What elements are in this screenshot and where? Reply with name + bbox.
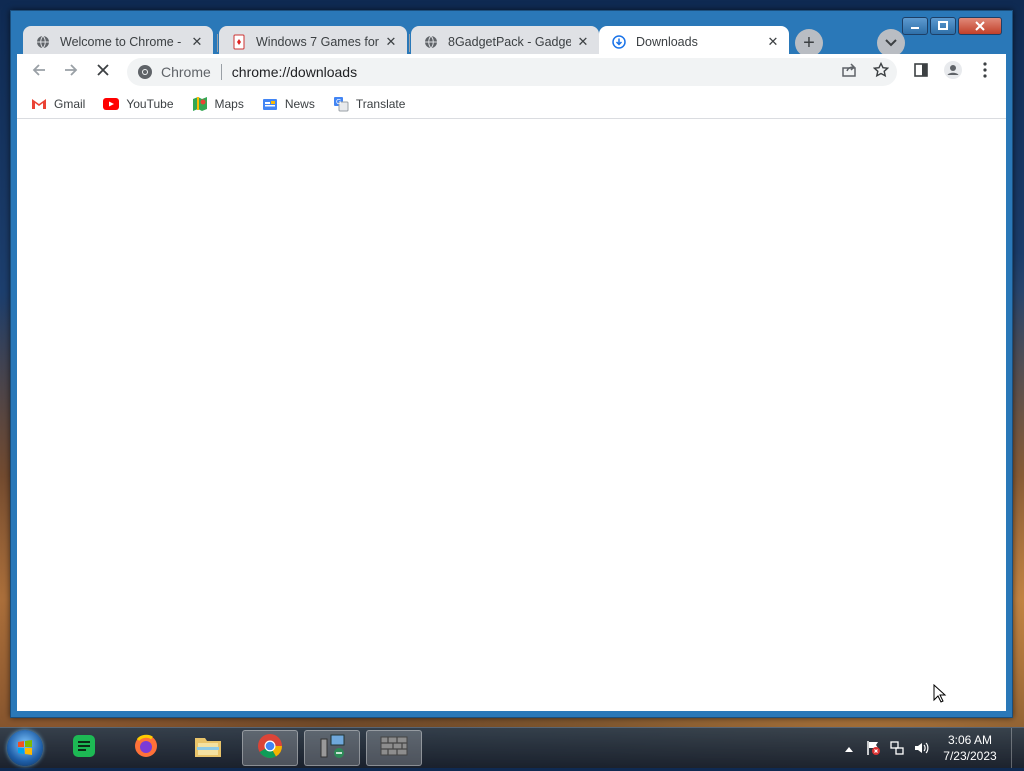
- network-program-icon: [317, 731, 347, 766]
- windows-logo-icon: [7, 740, 43, 770]
- wall-program-icon: [379, 734, 409, 763]
- globe-icon: [423, 34, 439, 50]
- url-text[interactable]: chrome://downloads: [232, 64, 357, 80]
- stop-loading-button[interactable]: [89, 58, 117, 86]
- mouse-cursor-icon: [933, 683, 947, 709]
- taskbar: 3:06 AM 7/23/2023: [0, 727, 1024, 768]
- bookmark-label: Maps: [214, 97, 244, 111]
- close-icon[interactable]: ✕: [575, 34, 591, 50]
- back-button[interactable]: [25, 58, 53, 86]
- taskbar-sheets[interactable]: [56, 730, 112, 766]
- tab-separator: [217, 34, 218, 52]
- gmail-icon: [31, 96, 47, 112]
- bookmark-star-button[interactable]: [867, 58, 895, 86]
- chrome-window: Welcome to Chrome - R ✕ Windows 7 Games …: [10, 10, 1013, 718]
- omnibox-divider: [220, 64, 222, 80]
- news-icon: [262, 96, 278, 112]
- volume-icon[interactable]: [911, 738, 931, 758]
- bookmarks-bar: Gmail YouTube Maps News G Translate: [17, 90, 1006, 119]
- arrow-left-icon: [31, 62, 47, 83]
- cards-icon: [231, 34, 247, 50]
- clock[interactable]: 3:06 AM 7/23/2023: [935, 732, 1005, 764]
- taskbar-network-program[interactable]: [304, 730, 360, 766]
- avatar-icon: [943, 60, 963, 85]
- bookmark-youtube[interactable]: YouTube: [103, 96, 174, 112]
- bookmark-maps[interactable]: Maps: [192, 96, 244, 112]
- network-icon[interactable]: [887, 738, 907, 758]
- star-icon: [872, 61, 890, 83]
- clock-date: 7/23/2023: [943, 749, 997, 763]
- bookmark-translate[interactable]: G Translate: [333, 96, 406, 112]
- close-icon[interactable]: ✕: [189, 34, 205, 50]
- chrome-icon: [137, 64, 153, 80]
- sheets-icon: [70, 732, 98, 765]
- taskbar-chrome[interactable]: [242, 730, 298, 766]
- taskbar-wall-program[interactable]: [366, 730, 422, 766]
- page-content: [17, 119, 1006, 711]
- action-center-icon[interactable]: [863, 738, 883, 758]
- clock-time: 3:06 AM: [947, 733, 993, 747]
- close-icon[interactable]: ✕: [383, 34, 399, 50]
- download-icon: [611, 34, 627, 50]
- tab-title: 8GadgetPack - Gadgets: [448, 35, 571, 49]
- share-icon: [841, 62, 857, 83]
- window-controls: [902, 17, 1002, 35]
- file-explorer-icon: [193, 733, 223, 764]
- kebab-menu-icon: [983, 61, 987, 83]
- chevron-down-icon: [885, 34, 897, 52]
- tab-title: Downloads: [636, 35, 698, 49]
- tab-title: Windows 7 Games for W: [256, 35, 379, 49]
- new-tab-button[interactable]: +: [795, 29, 823, 57]
- youtube-icon: [103, 96, 120, 112]
- menu-button[interactable]: [971, 58, 999, 86]
- close-icon: [96, 63, 110, 82]
- system-tray: 3:06 AM 7/23/2023: [839, 728, 1024, 768]
- taskbar-file-explorer[interactable]: [180, 730, 236, 766]
- bookmark-news[interactable]: News: [262, 96, 315, 112]
- firefox-icon: [132, 732, 160, 765]
- bookmark-label: Gmail: [54, 97, 86, 111]
- bookmark-gmail[interactable]: Gmail: [31, 96, 85, 112]
- toolbar: Chrome chrome://downloads: [17, 54, 1006, 90]
- chevron-up-icon: [845, 741, 853, 755]
- site-name-label: Chrome: [161, 64, 211, 80]
- profile-button[interactable]: [939, 58, 967, 86]
- side-panel-button[interactable]: [907, 58, 935, 86]
- show-hidden-icons-button[interactable]: [839, 738, 859, 758]
- chrome-icon: [256, 732, 284, 765]
- close-icon[interactable]: ✕: [765, 34, 781, 50]
- share-button[interactable]: [835, 58, 863, 86]
- tab-title: Welcome to Chrome - R: [60, 35, 185, 49]
- bookmark-label: Translate: [355, 97, 406, 111]
- bookmark-label: YouTube: [126, 97, 174, 111]
- maps-icon: [192, 96, 208, 112]
- start-button[interactable]: [7, 730, 43, 766]
- side-panel-icon: [913, 62, 929, 83]
- bookmark-label: News: [284, 97, 315, 111]
- tab-search-button[interactable]: [877, 29, 905, 57]
- translate-icon: G: [333, 96, 349, 112]
- address-bar[interactable]: Chrome chrome://downloads: [127, 58, 897, 86]
- arrow-right-icon: [63, 62, 79, 83]
- globe-icon: [35, 34, 51, 50]
- show-desktop-button[interactable]: [1011, 728, 1024, 768]
- forward-button[interactable]: [57, 58, 85, 86]
- close-window-button[interactable]: [958, 17, 1002, 35]
- minimize-button[interactable]: [902, 17, 928, 35]
- svg-text:G: G: [336, 99, 341, 106]
- tab-separator: [409, 34, 410, 52]
- maximize-button[interactable]: [930, 17, 956, 35]
- taskbar-firefox[interactable]: [118, 730, 174, 766]
